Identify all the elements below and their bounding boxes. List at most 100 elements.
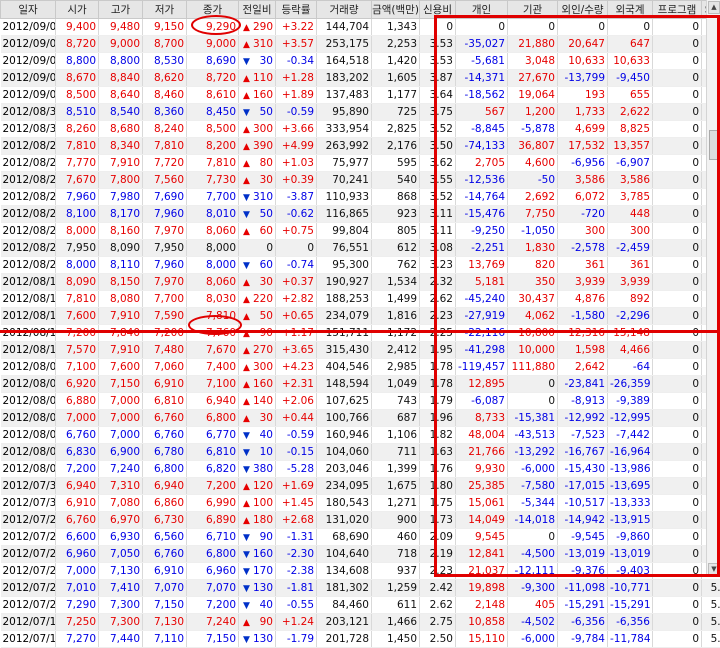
cell-amt: 1,499 [372, 291, 420, 308]
cell-prog: 0 [653, 121, 702, 138]
table-row[interactable]: 2012/08/238,1008,1707,9608,010▼50-0.6211… [1, 206, 720, 223]
table-row[interactable]: 2012/08/147,6007,9107,5907,810▲50+0.6523… [1, 308, 720, 325]
cell-high: 7,910 [99, 308, 143, 325]
cell-pct: +1.69 [276, 478, 317, 495]
table-row[interactable]: 2012/09/038,5008,6408,4608,610▲160+1.891… [1, 87, 720, 104]
cell-frg: -15,291 [558, 597, 608, 614]
cell-frgco: 15,148 [608, 325, 653, 342]
table-row[interactable]: 2012/08/026,8306,9006,7806,810▼10-0.1510… [1, 444, 720, 461]
cell-close: 7,810 [187, 308, 239, 325]
cell-close: 8,060 [187, 274, 239, 291]
table-row[interactable]: 2012/08/297,8108,3407,8108,200▲390+4.992… [1, 138, 720, 155]
cell-frg: -12,992 [558, 410, 608, 427]
table-row[interactable]: 2012/08/287,7707,9107,7207,810▲80+1.0375… [1, 155, 720, 172]
cell-high: 7,410 [99, 580, 143, 597]
table-row[interactable]: 2012/08/247,9607,9807,6907,700▼310-3.871… [1, 189, 720, 206]
column-header[interactable]: 등락률 [276, 1, 317, 19]
column-header[interactable]: 거래량 [317, 1, 372, 19]
cell-pct: -1.81 [276, 580, 317, 597]
column-header[interactable]: 저가 [143, 1, 187, 19]
cell-frgco: -13,333 [608, 495, 653, 512]
table-row[interactable]: 2012/08/228,0008,1607,9708,060▲60+0.7599… [1, 223, 720, 240]
column-header[interactable]: 프로그램 [653, 1, 702, 19]
cell-inst: -4,500 [508, 546, 558, 563]
cell-frgco: 3,785 [608, 189, 653, 206]
column-header[interactable]: 신용비 [420, 1, 456, 19]
column-header[interactable]: 시가 [56, 1, 99, 19]
table-row[interactable]: 2012/08/067,0007,0006,7606,800▲30+0.4410… [1, 410, 720, 427]
cell-vol: 104,060 [317, 444, 372, 461]
cell-prog: 0 [653, 19, 702, 36]
triangle-down-icon: ▼ [242, 635, 251, 645]
table-row[interactable]: 2012/08/086,9207,1506,9107,100▲160+2.311… [1, 376, 720, 393]
scroll-down-button[interactable]: ▼ [708, 563, 720, 576]
table-row[interactable]: 2012/08/107,5707,9107,4807,670▲270+3.653… [1, 342, 720, 359]
cell-close: 7,200 [187, 478, 239, 495]
column-header[interactable]: 고가 [99, 1, 143, 19]
triangle-up-icon: ▲ [242, 278, 251, 288]
cell-frgco: -13,915 [608, 512, 653, 529]
cell-high: 6,970 [99, 512, 143, 529]
scroll-thumb[interactable] [709, 130, 719, 160]
column-header[interactable]: 외국계 [608, 1, 653, 19]
table-row[interactable]: 2012/08/277,6707,8007,5607,730▲30+0.3970… [1, 172, 720, 189]
scroll-up-button[interactable]: ▲ [708, 1, 720, 14]
table-row[interactable]: 2012/07/316,9407,3106,9407,200▲120+1.692… [1, 478, 720, 495]
table-row[interactable]: 2012/07/207,2907,3007,1507,200▼40-0.5584… [1, 597, 720, 614]
column-header[interactable]: 기관 [508, 1, 558, 19]
cell-indiv: -22,116 [456, 325, 508, 342]
cell-high: 8,540 [99, 104, 143, 121]
table-row[interactable]: 2012/07/237,0107,4107,0707,070▼130-1.811… [1, 580, 720, 597]
table-row[interactable]: 2012/08/217,9508,0907,9508,0000076,55161… [1, 240, 720, 257]
cell-indiv: -45,240 [456, 291, 508, 308]
cell-prog: 0 [653, 308, 702, 325]
table-row[interactable]: 2012/08/208,0008,1107,9608,000▼60-0.7495… [1, 257, 720, 274]
table-row[interactable]: 2012/08/318,5108,5408,3608,450▼50-0.5995… [1, 104, 720, 121]
cell-indiv: 9,545 [456, 529, 508, 546]
cell-credit: 2.42 [420, 580, 456, 597]
cell-open: 7,010 [56, 580, 99, 597]
column-header[interactable]: 개인 [456, 1, 508, 19]
cell-indiv: 14,049 [456, 512, 508, 529]
table-row[interactable]: 2012/08/036,7607,0006,7606,770▼40-0.5916… [1, 427, 720, 444]
cell-close: 7,760 [187, 325, 239, 342]
vertical-scrollbar[interactable]: ▲ ▼ [706, 0, 720, 577]
cell-amt: 1,049 [372, 376, 420, 393]
cell-indiv: 10,858 [456, 614, 508, 631]
table-row[interactable]: 2012/09/058,8008,8008,5308,690▼30-0.3416… [1, 53, 720, 70]
table-row[interactable]: 2012/07/276,7606,9706,7306,890▲180+2.681… [1, 512, 720, 529]
table-row[interactable]: 2012/08/167,8108,0807,7008,030▲220+2.821… [1, 291, 720, 308]
table-row[interactable]: 2012/08/178,0908,1507,9708,060▲30+0.3719… [1, 274, 720, 291]
cell-frgco: -9,389 [608, 393, 653, 410]
table-row[interactable]: 2012/07/197,2507,3007,1307,240▲90+1.2420… [1, 614, 720, 631]
change-value: 60 [260, 225, 273, 237]
cell-vol: 68,690 [317, 529, 372, 546]
column-header[interactable]: 종가 [187, 1, 239, 19]
cell-open: 7,290 [56, 597, 99, 614]
table-row[interactable]: 2012/07/256,9607,0506,7606,800▼160-2.301… [1, 546, 720, 563]
table-row[interactable]: 2012/07/306,9107,0806,8606,990▲100+1.451… [1, 495, 720, 512]
table-row[interactable]: 2012/07/187,2707,4407,1107,150▼130-1.792… [1, 631, 720, 648]
table-row[interactable]: 2012/09/068,7209,0008,7009,000▲310+3.572… [1, 36, 720, 53]
cell-chg: ▲270 [239, 342, 276, 359]
column-header[interactable]: 일자 [1, 1, 56, 19]
triangle-up-icon: ▲ [242, 414, 251, 424]
cell-vol: 164,518 [317, 53, 372, 70]
triangle-down-icon: ▼ [242, 567, 251, 577]
cell-chg: ▼30 [239, 53, 276, 70]
cell-prog: 0 [653, 597, 702, 614]
column-header[interactable]: 금액(백만) [372, 1, 420, 19]
table-row[interactable]: 2012/08/017,2007,2406,8006,820▼380-5.282… [1, 461, 720, 478]
table-row[interactable]: 2012/07/266,6006,9306,5606,710▼90-1.3168… [1, 529, 720, 546]
column-header[interactable]: 외인/수량 [558, 1, 608, 19]
table-row[interactable]: 2012/08/076,8807,0006,8106,940▲140+2.061… [1, 393, 720, 410]
table-row[interactable]: 2012/09/079,4009,4809,1509,290▲290+3.221… [1, 19, 720, 36]
cell-inst: -13,292 [508, 444, 558, 461]
table-row[interactable]: 2012/08/308,2608,6808,2408,500▲300+3.663… [1, 121, 720, 138]
table-row[interactable]: 2012/08/097,1007,6007,0607,400▲300+4.234… [1, 359, 720, 376]
cell-credit: 2.62 [420, 597, 456, 614]
cell-vol: 100,766 [317, 410, 372, 427]
column-header[interactable]: 전일비 [239, 1, 276, 19]
table-row[interactable]: 2012/09/048,6708,8408,6208,720▲110+1.281… [1, 70, 720, 87]
table-row[interactable]: 2012/08/137,2007,8407,2007,760▲90+1.1715… [1, 325, 720, 342]
